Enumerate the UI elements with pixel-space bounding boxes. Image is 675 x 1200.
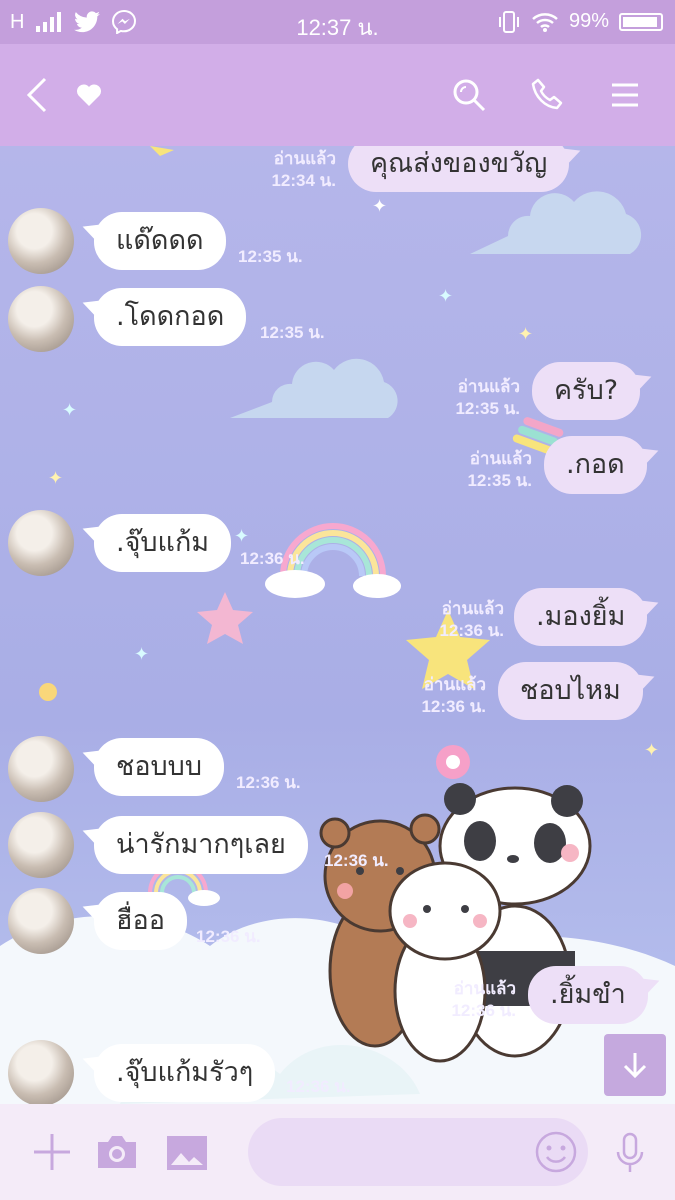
message-time: 12:36 น. (286, 1077, 351, 1096)
message-bubble-in[interactable]: .จุ๊บแก้มรัวๆ (94, 1044, 276, 1102)
call-button[interactable] (524, 72, 570, 118)
chat-header (0, 44, 675, 146)
message-meta: อ่านแล้ว 12:34 น. (271, 149, 336, 190)
sparkle-decor: ✦ (134, 644, 150, 665)
message-time: 12:36 น. (324, 851, 389, 870)
wifi-icon (532, 12, 558, 32)
message-time: 12:36 น. (236, 773, 301, 792)
avatar[interactable] (8, 286, 74, 352)
search-icon (453, 79, 486, 112)
plus-button[interactable] (30, 1130, 74, 1174)
avatar[interactable] (8, 1040, 74, 1104)
message-bubble-in[interactable]: ชอบบบ (94, 738, 224, 796)
camera-icon (98, 1136, 136, 1168)
battery-percent: 99% (568, 10, 609, 32)
sparkle-decor: ✦ (372, 196, 388, 217)
menu-icon (612, 83, 638, 107)
sparkle-decor: ✦ (518, 324, 534, 345)
sparkle-decor: ✦ (48, 468, 64, 489)
chat-area[interactable]: ✦ ✦ ✦ ✦ ✦ ✦ ✦ ✦ อ่านแล้ว 12:34 น. คุณส่งข… (0, 146, 675, 1104)
status-bar: H 12:37 น. 99% (0, 0, 675, 44)
image-button[interactable] (164, 1134, 210, 1172)
emoji-button[interactable] (534, 1130, 578, 1174)
message-bubble-out[interactable]: .มองยิ้ม (514, 588, 648, 646)
favorite-button[interactable] (66, 72, 112, 118)
search-button[interactable] (446, 72, 492, 118)
message-time: 12:35 น. (260, 323, 325, 342)
battery-icon (619, 12, 663, 31)
message-bubble-out[interactable]: ครับ? (532, 362, 641, 420)
message-bubble-out[interactable]: ชอบไหม (498, 662, 643, 720)
input-bar (0, 1104, 675, 1200)
message-meta: อ่านแล้ว 12:36 น. (439, 599, 504, 640)
message-meta: อ่านแล้ว 12:36 น. (451, 979, 516, 1020)
plus-icon (34, 1134, 70, 1170)
message-bubble-out[interactable]: .ยิ้มขำ (528, 966, 648, 1024)
message-meta: อ่านแล้ว 12:36 น. (421, 675, 486, 716)
sparkle-decor: ✦ (62, 400, 78, 421)
back-icon (26, 77, 47, 113)
mic-icon (616, 1132, 644, 1172)
scroll-down-button[interactable] (604, 1034, 666, 1096)
message-bubble-in[interactable]: น่ารักมากๆเลย (94, 816, 308, 874)
message-bubble-in[interactable]: ฮื่ออ (94, 892, 187, 950)
vibrate-icon (498, 10, 519, 33)
avatar[interactable] (8, 208, 74, 274)
avatar[interactable] (8, 510, 74, 576)
message-bubble-in[interactable]: .โดดกอด (94, 288, 247, 346)
message-time: 12:35 น. (238, 247, 303, 266)
heart-icon (76, 84, 102, 106)
message-bubble-out[interactable]: คุณส่งของขวัญ (348, 146, 570, 192)
sparkle-decor: ✦ (234, 526, 250, 547)
message-meta: อ่านแล้ว 12:35 น. (455, 377, 520, 418)
phone-icon (531, 78, 563, 110)
avatar[interactable] (8, 888, 74, 954)
message-bubble-out[interactable]: .กอด (544, 436, 647, 494)
mic-button[interactable] (608, 1130, 652, 1176)
back-button[interactable] (14, 72, 60, 118)
sparkle-decor: ✦ (644, 740, 660, 761)
message-meta: อ่านแล้ว 12:35 น. (467, 449, 532, 490)
avatar[interactable] (8, 736, 74, 802)
emoji-icon (535, 1131, 577, 1173)
message-time: 12:36 น. (240, 549, 305, 568)
message-input[interactable] (248, 1118, 588, 1186)
arrow-down-icon (623, 1053, 647, 1079)
image-icon (167, 1136, 207, 1170)
menu-button[interactable] (602, 72, 648, 118)
message-bubble-in[interactable]: .จุ๊บแก้ม (94, 514, 232, 572)
message-time: 12:36 น. (196, 927, 261, 946)
camera-button[interactable] (94, 1132, 140, 1172)
message-bubble-in[interactable]: แด๊ดดด (94, 212, 226, 270)
avatar[interactable] (8, 812, 74, 878)
sparkle-decor: ✦ (438, 286, 454, 307)
